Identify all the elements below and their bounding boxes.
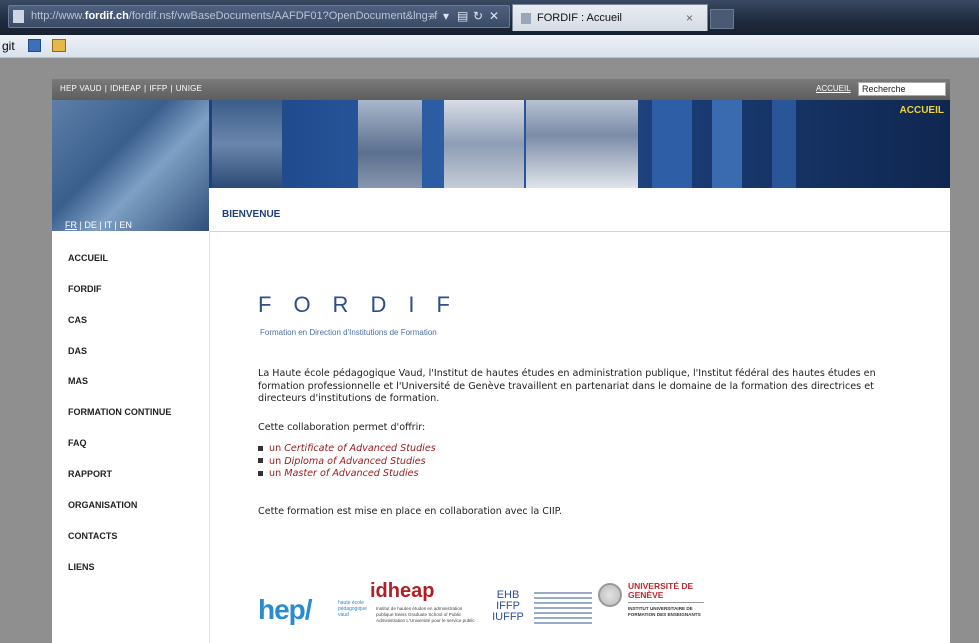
nav-item-contacts[interactable]: CONTACTS: [68, 531, 117, 541]
idheap-logo[interactable]: idheap: [370, 580, 434, 603]
page-icon: [13, 10, 24, 23]
partner-bar: HEP VAUD | IDHEAP | IFFP | UNIGE ACCUEIL Reche…: [52, 79, 950, 100]
tab-favicon-icon: [521, 13, 531, 24]
nav-item-rapport[interactable]: RAPPORT: [68, 469, 112, 479]
bullet-icon: [258, 458, 263, 463]
brand-title: FORDIF: [258, 292, 472, 317]
unige-logo-rule: [628, 602, 704, 603]
command-bar-text: git: [2, 39, 15, 53]
ciip-note: Cette formation est mise en place en col…: [258, 506, 562, 517]
refresh-icon[interactable]: ↻: [473, 9, 483, 23]
browser-title-bar: http://www.fordif.ch/fordif.nsf/vwBaseDo…: [0, 0, 979, 35]
section-title: BIENVENUE: [222, 209, 281, 220]
tab-fordif-accueil[interactable]: FORDIF : Accueil ×: [512, 4, 708, 31]
search-input[interactable]: Recherche: [858, 82, 946, 96]
unige-seal-icon: [598, 583, 622, 607]
sidebar-nav: ACCUEIL FORDIF CAS DAS MAS FORMATION CON…: [52, 231, 210, 643]
tab-close-icon[interactable]: ×: [686, 11, 693, 25]
lang-en[interactable]: EN: [119, 220, 132, 230]
address-url[interactable]: http://www.fordif.ch/fordif.nsf/vwBaseDo…: [31, 10, 437, 22]
unige-logo[interactable]: UNIVERSITÉ DE GENÈVE: [628, 582, 704, 600]
partner-link-idheap[interactable]: IDHEAP: [110, 84, 141, 93]
banner-photo: [444, 100, 524, 188]
unige-logo-sub: INSTITUT UNIVERSITAIRE DE FORMATION DES …: [628, 606, 701, 617]
partner-logos: hep/ haute école pédagogique vaud idheap…: [258, 580, 778, 636]
nav-item-accueil[interactable]: ACCUEIL: [68, 253, 108, 263]
nav-item-organisation[interactable]: ORGANISATION: [68, 500, 137, 510]
nav-item-mas[interactable]: MAS: [68, 376, 88, 386]
list-item: un Master of Advanced Studies: [258, 468, 436, 481]
nav-item-liens[interactable]: LIENS: [68, 562, 95, 572]
header-photo: [52, 100, 209, 231]
web-page: HEP VAUD | IDHEAP | IFFP | UNIGE ACCUEIL Reche…: [52, 79, 950, 643]
link-cas[interactable]: Certificate of Advanced Studies: [284, 443, 436, 454]
address-bar[interactable]: http://www.fordif.ch/fordif.nsf/vwBaseDo…: [8, 5, 510, 28]
language-switcher: FR | DE | IT | EN: [65, 220, 132, 230]
toolbar-feed-icon[interactable]: [52, 39, 66, 52]
offer-list: un Certificate of Advanced Studies un Di…: [258, 443, 436, 481]
tab-title: FORDIF : Accueil: [537, 12, 622, 24]
stop-icon[interactable]: ✕: [489, 9, 499, 23]
nav-item-faq[interactable]: FAQ: [68, 438, 87, 448]
partner-link-iffp[interactable]: IFFP: [149, 84, 167, 93]
list-item: un Certificate of Advanced Studies: [258, 443, 436, 456]
nav-item-cas[interactable]: CAS: [68, 315, 87, 325]
lang-fr[interactable]: FR: [65, 220, 77, 230]
banner-photo: [526, 100, 638, 188]
brand-subtitle: Formation en Direction d'Institutions de…: [260, 328, 437, 337]
dropdown-icon[interactable]: ▾: [443, 9, 449, 23]
banner-photo: [358, 100, 422, 188]
lang-de[interactable]: DE: [84, 220, 97, 230]
toolbar-page-icon[interactable]: [28, 39, 41, 52]
collab-lead: Cette collaboration permet d'offrir:: [258, 422, 426, 433]
hep-logo-sub: haute école pédagogique vaud: [338, 600, 367, 618]
bullet-icon: [258, 445, 263, 451]
banner-stripe: [712, 100, 742, 188]
bullet-icon: [258, 470, 263, 476]
nav-item-formation-continue[interactable]: FORMATION CONTINUE: [68, 407, 171, 417]
banner-stripe: [652, 100, 692, 188]
nav-item-das[interactable]: DAS: [68, 346, 87, 356]
banner-label: ACCUEIL: [899, 105, 944, 116]
search-icon[interactable]: ⌕: [429, 9, 436, 24]
main-content: FORDIF Formation en Direction d'Institut…: [210, 232, 950, 643]
ehb-logo[interactable]: EHB IFFP IUFFP: [490, 590, 526, 623]
partner-links: HEP VAUD | IDHEAP | IFFP | UNIGE: [60, 84, 203, 93]
intro-paragraph: La Haute école pédagogique Vaud, l'Insti…: [258, 368, 876, 404]
hep-logo[interactable]: hep/: [258, 594, 313, 626]
lang-it[interactable]: IT: [104, 220, 112, 230]
banner-photo: [212, 100, 282, 188]
partner-link-unige[interactable]: UNIGE: [176, 84, 202, 93]
list-item: un Diploma of Advanced Studies: [258, 456, 436, 469]
link-das[interactable]: Diploma of Advanced Studies: [284, 456, 425, 467]
ehb-logo-sub: [534, 592, 592, 624]
link-mas[interactable]: Master of Advanced Studies: [284, 468, 418, 479]
home-link[interactable]: ACCUEIL: [816, 84, 851, 93]
partner-link-hep[interactable]: HEP VAUD: [60, 84, 102, 93]
banner-stripe: [772, 100, 796, 188]
command-bar: git: [0, 35, 979, 58]
nav-item-fordif[interactable]: FORDIF: [68, 284, 102, 294]
idheap-logo-sub: Institut de hautes études en administrat…: [376, 606, 475, 623]
compat-view-icon[interactable]: ▤: [457, 9, 468, 23]
new-tab-button[interactable]: [710, 9, 734, 29]
